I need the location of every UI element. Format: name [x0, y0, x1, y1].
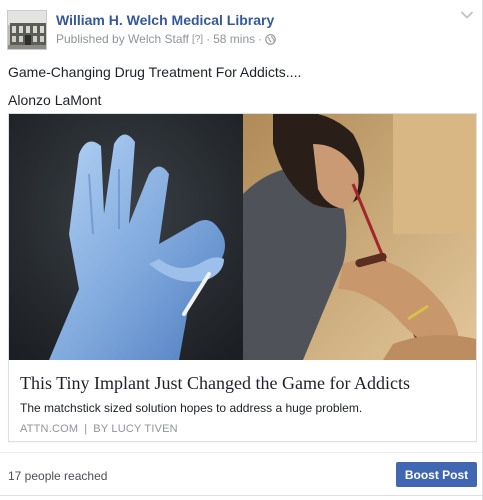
preview-text: This Tiny Implant Just Changed the Game …: [9, 360, 476, 442]
meta-separator: ·: [206, 32, 211, 46]
bottom-border: [0, 495, 482, 496]
chevron-down-icon[interactable]: [460, 10, 474, 20]
source-separator: |: [84, 423, 88, 435]
globe-icon[interactable]: [265, 33, 276, 45]
preview-title[interactable]: This Tiny Implant Just Changed the Game …: [20, 372, 465, 394]
post-card: William H. Welch Medical Library Publish…: [0, 0, 483, 500]
post-text: Game-Changing Drug Treatment For Addicts…: [8, 62, 472, 118]
post-header: William H. Welch Medical Library Publish…: [7, 8, 474, 52]
post-text-line-2: Alonzo LaMont: [8, 92, 102, 108]
post-text-line-1: Game-Changing Drug Treatment For Addicts…: [8, 64, 302, 80]
page-avatar[interactable]: [7, 10, 47, 50]
people-reached[interactable]: 17 people reached: [8, 469, 107, 483]
source-byline: BY LUCY TIVEN: [93, 423, 178, 435]
page-name[interactable]: William H. Welch Medical Library: [56, 12, 274, 28]
post-meta: Published by Welch Staff [?] · 58 mins ·: [56, 32, 276, 46]
person-tourniquet-image: [243, 114, 476, 360]
boost-post-button[interactable]: Boost Post: [396, 462, 477, 487]
source-domain: ATTN.COM: [20, 423, 79, 435]
preview-image[interactable]: [9, 114, 476, 360]
preview-source: ATTN.COM | BY LUCY TIVEN: [20, 423, 465, 435]
footer-divider: [0, 452, 482, 453]
published-by-text[interactable]: Published by Welch Staff: [56, 32, 189, 46]
preview-description: The matchstick sized solution hopes to a…: [20, 401, 363, 415]
post-timestamp[interactable]: 58 mins: [213, 32, 255, 46]
gloved-hand-image: [9, 114, 243, 360]
help-marker[interactable]: [?]: [192, 34, 203, 45]
building-photo: [8, 11, 46, 49]
meta-separator-2: ·: [258, 32, 263, 46]
link-preview[interactable]: This Tiny Implant Just Changed the Game …: [8, 113, 477, 442]
